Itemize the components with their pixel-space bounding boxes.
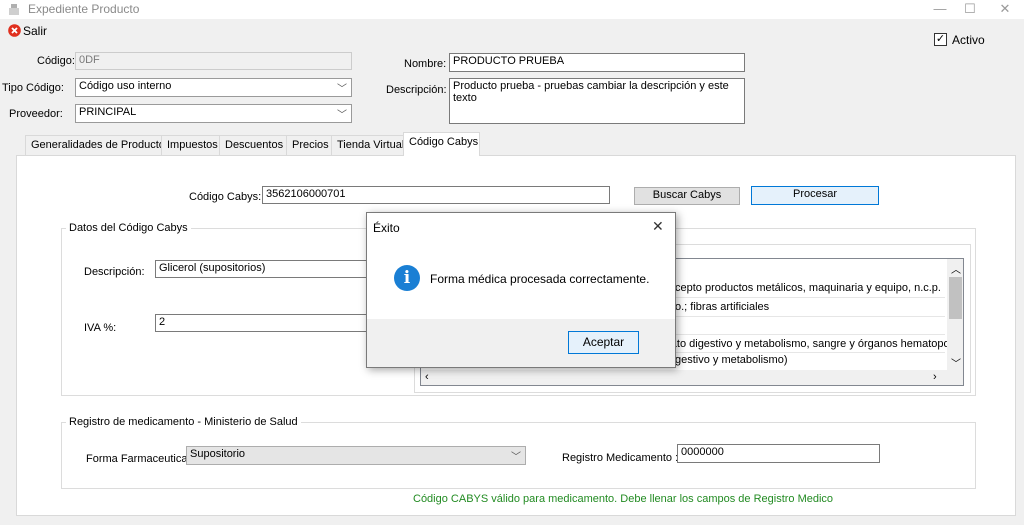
chevron-down-icon: ﹀ <box>337 110 347 121</box>
success-dialog: Éxito ✕ i Forma médica procesada correct… <box>366 212 676 368</box>
datos-cabys-group-label: Datos del Código Cabys <box>66 222 191 234</box>
dialog-message: Forma médica procesada correctamente. <box>430 272 650 286</box>
list-item[interactable]: o.; fibras artificiales <box>675 298 769 316</box>
scroll-thumb[interactable] <box>949 277 962 319</box>
proveedor-select[interactable]: PRINCIPAL ﹀ <box>75 104 352 123</box>
proveedor-label: Proveedor: <box>9 108 63 120</box>
chevron-down-icon: ﹀ <box>511 452 521 463</box>
vertical-scrollbar[interactable]: ︿ ﹀ <box>947 259 963 370</box>
window-titlebar <box>0 0 1024 19</box>
dialog-title: Éxito <box>373 221 400 235</box>
procesar-button[interactable]: Procesar <box>751 186 879 205</box>
scroll-down-icon[interactable]: ﹀ <box>951 355 961 370</box>
tab-codigo-cabys[interactable]: Código Cabys <box>403 132 480 156</box>
x-circle-icon <box>8 24 21 37</box>
nombre-label: Nombre: <box>404 58 447 70</box>
descripcion-label: Descripción: <box>386 84 447 96</box>
codigo-label: Código: <box>37 55 75 67</box>
scroll-right-icon[interactable]: › <box>933 371 937 383</box>
list-item[interactable]: gestivo y metabolismo) <box>675 351 788 369</box>
chevron-down-icon: ﹀ <box>337 84 347 95</box>
dialog-footer: Aceptar <box>367 319 675 367</box>
cabys-descripcion-label: Descripción: <box>84 266 145 278</box>
registro-medicamento-field[interactable]: 0000000 <box>677 444 880 463</box>
iva-label: IVA %: <box>84 322 117 334</box>
forma-farmaceutica-label: Forma Farmaceutica: <box>86 453 191 465</box>
info-icon: i <box>394 265 420 291</box>
aceptar-button[interactable]: Aceptar <box>568 331 639 354</box>
cabys-codigo-field[interactable]: 3562106000701 <box>262 186 610 204</box>
registro-group-label: Registro de medicamento - Ministerio de … <box>66 416 301 428</box>
app-icon <box>9 4 19 15</box>
status-message: Código CABYS válido para medicamento. De… <box>413 493 834 505</box>
scroll-left-icon[interactable]: ‹ <box>425 371 429 383</box>
forma-farmaceutica-select[interactable]: Supositorio ﹀ <box>186 446 526 465</box>
active-checkbox[interactable]: ✓ <box>934 33 947 46</box>
tab-precios[interactable]: Precios <box>286 135 335 155</box>
tab-generalidades[interactable]: Generalidades de Producto <box>25 135 171 155</box>
nombre-field[interactable]: PRODUCTO PRUEBA <box>449 53 745 72</box>
active-label: Activo <box>952 33 985 47</box>
cabys-codigo-label: Código Cabys: <box>189 191 262 203</box>
descripcion-field[interactable]: Producto prueba - pruebas cambiar la des… <box>449 78 745 124</box>
window-title: Expediente Producto <box>28 2 140 16</box>
tab-impuestos[interactable]: Impuestos <box>161 135 224 155</box>
minimize-button[interactable]: — <box>925 0 955 19</box>
iva-field: 2 <box>155 314 370 332</box>
proveedor-value: PRINCIPAL <box>79 106 137 118</box>
tipo-codigo-label: Tipo Código: <box>2 82 64 94</box>
close-window-button[interactable]: ✕ <box>990 0 1020 19</box>
exit-label: Salir <box>23 24 48 38</box>
buscar-cabys-button[interactable]: Buscar Cabys <box>634 187 740 205</box>
list-item[interactable]: cepto productos metálicos, maquinaria y … <box>675 279 941 297</box>
cabys-descripcion-field: Glicerol (supositorios) <box>155 260 370 278</box>
forma-farmaceutica-value: Supositorio <box>190 448 246 460</box>
codigo-field[interactable]: 0DF <box>75 52 352 70</box>
horizontal-scrollbar[interactable]: ‹ › <box>421 370 963 385</box>
tipo-codigo-value: Código uso interno <box>79 80 172 92</box>
registro-medicamento-label: Registro Medicamento : <box>562 452 679 464</box>
tab-descuentos[interactable]: Descuentos <box>219 135 290 155</box>
dialog-close-button[interactable]: ✕ <box>652 218 664 235</box>
tipo-codigo-select[interactable]: Código uso interno ﹀ <box>75 78 352 97</box>
scroll-up-icon[interactable]: ︿ <box>951 261 961 276</box>
tab-tienda-virtual[interactable]: Tienda Virtual <box>331 135 411 155</box>
maximize-button[interactable]: ☐ <box>955 0 985 19</box>
